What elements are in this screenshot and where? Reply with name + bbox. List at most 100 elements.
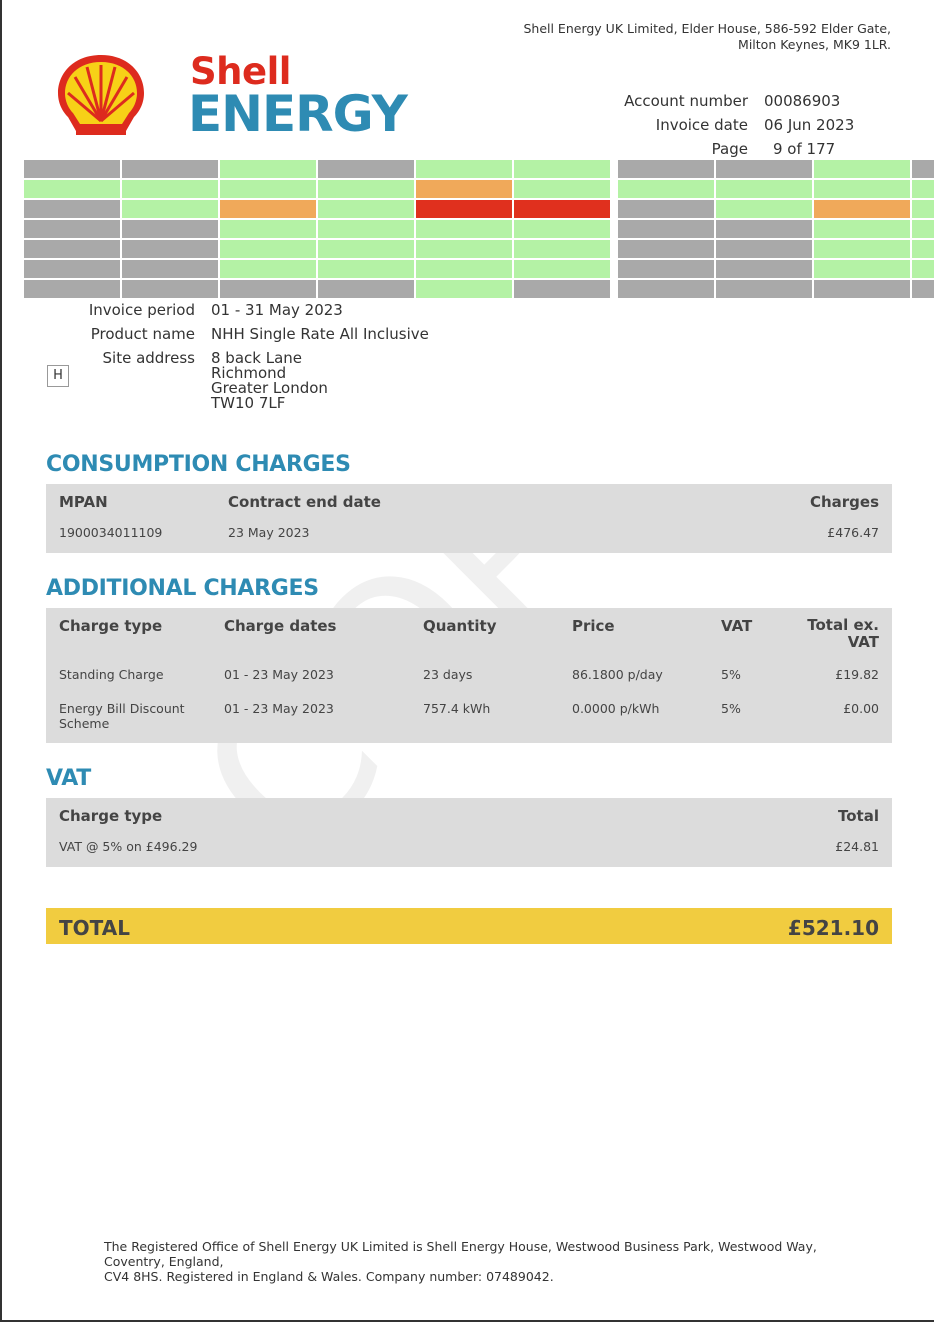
- grid-cell: [122, 200, 218, 218]
- grid-cell: [122, 280, 218, 298]
- charge-type-header: Charge type: [59, 617, 163, 635]
- total-label: TOTAL: [59, 916, 130, 940]
- grid-cell: [24, 200, 120, 218]
- charge-dates-header: Charge dates: [224, 617, 337, 635]
- vat-title: VAT: [46, 766, 91, 791]
- company-address: Shell Energy UK Limited, Elder House, 58…: [523, 21, 891, 53]
- vat-total: £24.81: [835, 839, 879, 854]
- charge-dates: 01 - 23 May 2023: [224, 701, 334, 716]
- grid-cell: [24, 220, 120, 238]
- grid-cell: [814, 260, 910, 278]
- grid-cell: [618, 200, 714, 218]
- grid-cell: [514, 240, 610, 258]
- site-address-label: Site address: [102, 349, 196, 367]
- grid-cell: [220, 160, 316, 178]
- grid-cell: [318, 220, 414, 238]
- product-name: NHH Single Rate All Inclusive: [211, 325, 429, 343]
- total-amount: £521.10: [787, 916, 879, 940]
- charges-value: £476.47: [827, 525, 879, 540]
- footer-line: The Registered Office of Shell Energy UK…: [104, 1239, 817, 1269]
- site-address-line: TW10 7LF: [211, 394, 286, 412]
- additional-charges-title: ADDITIONAL CHARGES: [46, 576, 319, 601]
- grid-cell: [814, 240, 910, 258]
- grid-cell: [220, 260, 316, 278]
- grid-cell: [318, 160, 414, 178]
- grid-cell: [716, 180, 812, 198]
- vat-header: VAT: [721, 617, 753, 635]
- total-ex-vat-header: Total ex. VAT: [807, 617, 879, 651]
- grid-cell: [912, 200, 934, 218]
- grid-cell: [912, 160, 934, 178]
- grid-cell: [716, 260, 812, 278]
- grid-cell: [318, 260, 414, 278]
- page-number: 9 of 177: [773, 140, 836, 158]
- grid-cell: [912, 240, 934, 258]
- grid-cell: [716, 200, 812, 218]
- grid-cell: [24, 260, 120, 278]
- total-bar: TOTAL £521.10: [46, 908, 892, 944]
- grid-cell: [24, 280, 120, 298]
- vat-total-header: Total: [838, 807, 879, 825]
- grid-cell: [24, 160, 120, 178]
- vat-rate: 5%: [721, 667, 741, 682]
- grid-cell: [416, 280, 512, 298]
- quantity: 757.4 kWh: [423, 701, 491, 716]
- grid-cell: [618, 160, 714, 178]
- charge-type: Standing Charge: [59, 667, 164, 682]
- account-number: 00086903: [764, 92, 841, 110]
- grid-cell: [220, 280, 316, 298]
- grid-cell: [716, 240, 812, 258]
- color-grid-overlay: [24, 160, 934, 300]
- contract-end-value: 23 May 2023: [228, 525, 310, 540]
- page-label: Page: [711, 140, 748, 158]
- site-address: 8 back Lane Richmond Greater London TW10…: [211, 346, 328, 411]
- grid-cell: [514, 260, 610, 278]
- vat-table: Charge type Total VAT @ 5% on £496.29 £2…: [46, 798, 892, 867]
- grid-cell: [814, 280, 910, 298]
- grid-cell: [716, 160, 812, 178]
- invoice-details: Invoice period 01 - 31 May 2023 Product …: [60, 298, 429, 411]
- charges-header: Charges: [809, 493, 879, 511]
- grid-cell: [416, 260, 512, 278]
- grid-cell: [220, 200, 316, 218]
- price: 86.1800 p/day: [572, 667, 663, 682]
- grid-cell: [416, 200, 512, 218]
- additional-charges-table: Charge type Charge dates Quantity Price …: [46, 608, 892, 743]
- consumption-charges-table: MPAN Contract end date Charges 190003401…: [46, 484, 892, 553]
- price-header: Price: [572, 617, 615, 635]
- vat-charge-type-header: Charge type: [59, 807, 163, 825]
- grid-cell: [514, 160, 610, 178]
- invoice-period-label: Invoice period: [88, 301, 195, 319]
- grid-cell: [416, 180, 512, 198]
- grid-cell: [220, 180, 316, 198]
- grid-cell: [416, 240, 512, 258]
- grid-cell: [912, 220, 934, 238]
- grid-cell: [618, 280, 714, 298]
- grid-cell: [220, 240, 316, 258]
- grid-cell: [716, 220, 812, 238]
- brand-energy-text: ENERGY: [188, 85, 408, 143]
- company-address-line: Milton Keynes, MK9 1LR.: [738, 37, 891, 52]
- mpan-header: MPAN: [59, 493, 108, 511]
- grid-cell: [416, 160, 512, 178]
- grid-cell: [912, 260, 934, 278]
- footer-line: CV4 8HS. Registered in England & Wales. …: [104, 1269, 554, 1284]
- charge-dates: 01 - 23 May 2023: [224, 667, 334, 682]
- grid-cell: [514, 200, 610, 218]
- h-marker-box: H: [47, 365, 69, 387]
- vat-rate: 5%: [721, 701, 741, 716]
- grid-cell: [814, 180, 910, 198]
- charge-type-line: Energy Bill Discount: [59, 701, 185, 716]
- contract-end-header: Contract end date: [228, 493, 381, 511]
- grid-cell: [716, 280, 812, 298]
- grid-cell: [514, 180, 610, 198]
- grid-cell: [24, 180, 120, 198]
- invoice-period: 01 - 31 May 2023: [211, 301, 343, 319]
- total-ex-vat-header-line: VAT: [847, 633, 879, 651]
- shell-pecten-icon: [58, 55, 144, 135]
- grid-cell: [318, 240, 414, 258]
- invoice-date-label: Invoice date: [655, 116, 748, 134]
- total-ex-vat-header-line: Total ex.: [807, 616, 879, 634]
- grid-cell: [618, 260, 714, 278]
- registered-office-footer: The Registered Office of Shell Energy UK…: [104, 1239, 844, 1284]
